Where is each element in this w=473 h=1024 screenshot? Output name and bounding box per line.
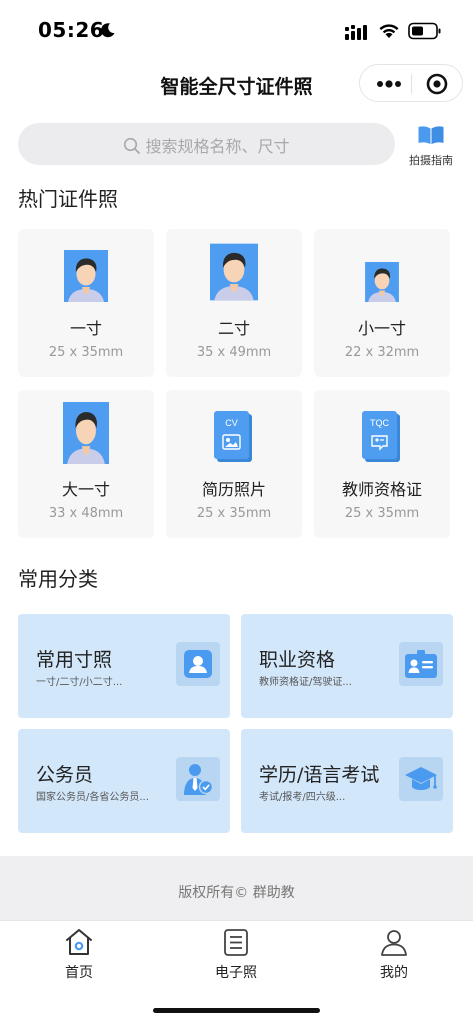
home-icon [66,929,92,955]
size-dimensions: 25 x 35mm [344,506,420,521]
category-subtitle: 国家公务员/各省公务员... [36,792,149,803]
nav-bar: 智能全尺寸证件照 [0,60,473,108]
size-name: 一寸 [69,319,102,338]
category-title: 公务员 [36,764,94,786]
tqc-badge-text: TQC [370,418,389,428]
tab-label: 首页 [65,965,93,981]
size-name: 教师资格证 [341,480,422,499]
category-title: 常用寸照 [36,649,113,671]
size-card-large-one-inch[interactable]: 大一寸 33 x 48mm [18,390,154,538]
portrait-photo-icon [63,402,109,464]
user-photo-icon [176,642,220,686]
size-card-teacher-certificate[interactable]: TQC 教师资格证 25 x 35mm [314,390,450,538]
size-card-small-one-inch[interactable]: 小一寸 22 x 32mm [314,229,450,377]
status-bar: 05:26 [0,0,473,60]
document-list-icon [224,929,248,956]
category-education-language-exam[interactable]: 学历/语言考试 考试/报考/四六级... [241,729,453,833]
mini-program-capsule [359,64,463,102]
graduation-cap-icon [399,757,443,801]
shooting-guide-label: 拍摄指南 [409,154,453,167]
tab-mine[interactable]: 我的 [344,927,444,982]
signal-icon [345,25,367,40]
size-card-resume-photo[interactable]: CV 简历照片 25 x 35mm [166,390,302,538]
wifi-icon [379,24,399,38]
size-dimensions: 25 x 35mm [196,506,272,521]
id-card-icon [399,642,443,686]
home-indicator [153,1008,320,1013]
tab-e-photo[interactable]: 电子照 [186,927,286,982]
moon-icon [101,23,115,38]
more-icon[interactable] [375,75,403,93]
size-name: 简历照片 [201,480,266,499]
size-name: 小一寸 [357,319,406,338]
tqc-document-icon: TQC [362,411,400,462]
open-book-icon [418,126,444,145]
category-subtitle: 考试/报考/四六级... [259,792,346,803]
shooting-guide-button[interactable]: 拍摄指南 [404,124,458,167]
category-common-sizes[interactable]: 常用寸照 一寸/二寸/小二寸... [18,614,230,718]
capsule-divider [411,74,412,94]
tab-label: 我的 [380,965,408,981]
cv-badge-text: CV [225,418,238,428]
size-card-one-inch[interactable]: 一寸 25 x 35mm [18,229,154,377]
tab-home[interactable]: 首页 [29,927,129,982]
cv-document-icon: CV [214,411,252,462]
search-input[interactable]: 搜索规格名称、尺寸 [18,123,395,165]
portrait-photo-icon [365,262,399,302]
category-civil-servant[interactable]: 公务员 国家公务员/各省公务员... [18,729,230,833]
status-time: 05:26 [38,18,105,42]
hot-section-title: 热门证件照 [18,187,118,211]
category-professional-qualification[interactable]: 职业资格 教师资格证/驾驶证... [241,614,453,718]
size-dimensions: 22 x 32mm [344,345,420,360]
category-subtitle: 一寸/二寸/小二寸... [36,677,123,688]
size-dimensions: 33 x 48mm [48,506,124,521]
portrait-photo-icon [64,250,108,302]
size-card-two-inch[interactable]: 二寸 35 x 49mm [166,229,302,377]
size-dimensions: 25 x 35mm [48,345,124,360]
categories-section-title: 常用分类 [18,567,98,591]
close-mini-program-icon[interactable] [426,73,448,95]
battery-icon [408,22,441,40]
copyright-footer: 版权所有© 群助教 [0,856,473,920]
size-dimensions: 35 x 49mm [196,345,272,360]
category-subtitle: 教师资格证/驾驶证... [259,677,352,688]
user-profile-icon [381,930,407,956]
size-name: 大一寸 [61,480,110,499]
tab-label: 电子照 [215,965,257,981]
category-title: 职业资格 [259,649,336,671]
portrait-photo-icon [210,243,258,301]
search-placeholder: 搜索规格名称、尺寸 [145,137,290,156]
search-icon [124,137,141,154]
size-name: 二寸 [217,319,250,338]
category-title: 学历/语言考试 [259,764,380,786]
civil-servant-icon [176,757,220,801]
